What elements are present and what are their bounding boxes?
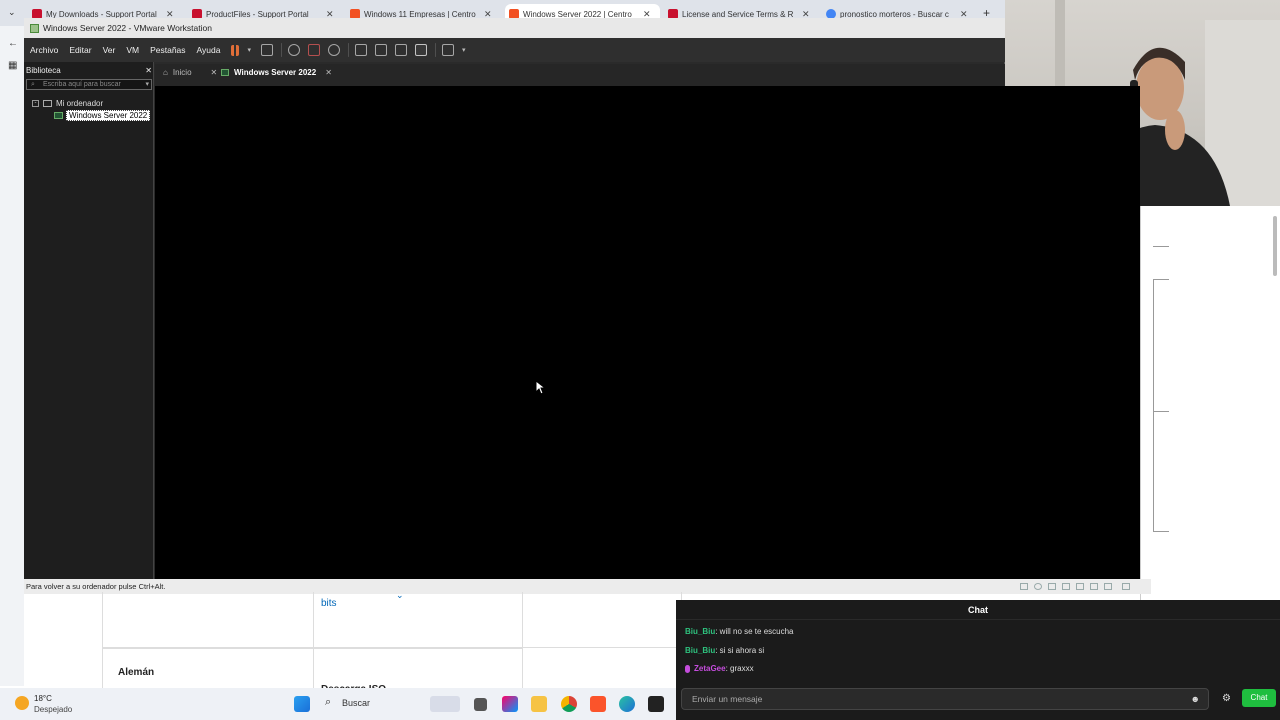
stream-chat-panel: Chat Biu_Biu: will no se te escucha Biu_… (676, 600, 1280, 720)
window-title: Windows Server 2022 - VMware Workstation (43, 23, 212, 33)
toolbar-separator (281, 43, 282, 57)
sound-icon[interactable] (1090, 583, 1098, 590)
copilot-app-icon[interactable] (502, 696, 518, 712)
close-tab-icon[interactable]: ✕ (211, 68, 218, 77)
epic-games-icon[interactable] (648, 696, 664, 712)
collapse-icon[interactable]: - (32, 100, 39, 107)
windows-taskbar: 18°C Despejado ⌕ Buscar (0, 688, 676, 720)
snapshot-manager-icon[interactable] (328, 44, 340, 56)
background-page-panel (1140, 206, 1280, 600)
tree-node-vm[interactable]: Windows Server 2022 (54, 110, 151, 121)
toolbar-separator (435, 43, 436, 57)
toolbar-separator (348, 43, 349, 57)
emoji-icon[interactable]: ☻ (1191, 689, 1200, 709)
apps-grid-icon[interactable]: ▦ (8, 60, 17, 71)
vmware-app-icon (30, 23, 39, 33)
menu-archivo[interactable]: Archivo (30, 45, 58, 55)
home-icon: ⌂ (163, 68, 168, 77)
close-library-icon[interactable]: ✕ (145, 66, 152, 75)
chat-message-input[interactable]: Enviar un mensaje ☻ (681, 688, 1209, 710)
download-table: bits ⌄ Alemán Descarga ISO (102, 590, 682, 695)
dropdown-arrow-icon[interactable]: ▾ (462, 46, 466, 54)
thumbnail-bar-icon[interactable] (375, 44, 387, 56)
windows-start-icon[interactable] (294, 696, 310, 712)
back-arrow-icon[interactable]: ← (8, 38, 18, 49)
weather-icon[interactable] (15, 696, 29, 710)
task-view-icon[interactable] (474, 698, 487, 711)
vm-icon (54, 112, 63, 119)
chevron-down-icon[interactable]: ▾ (145, 80, 149, 89)
chat-message: Biu_Biu: si si ahora si (685, 646, 765, 655)
language-label: Alemán (118, 667, 155, 678)
usb-icon[interactable] (1076, 583, 1084, 590)
vmware-title-bar: Windows Server 2022 - VMware Workstation (24, 18, 1005, 38)
vmware-menu-bar: Archivo Editar Ver VM Pestañas Ayuda ▾ ▾ (24, 38, 1005, 62)
console-view-icon[interactable] (415, 44, 427, 56)
copilot-icon[interactable] (430, 696, 460, 712)
chat-message: ZetaGee: graxxx (685, 664, 754, 673)
browser-side-strip: ← ▦ (0, 26, 24, 686)
search-icon: ⌕ (31, 81, 35, 88)
status-message: Para volver a su ordenador pulse Ctrl+Al… (26, 582, 166, 591)
cd-icon[interactable] (1034, 583, 1042, 590)
chat-send-button[interactable]: Chat (1242, 689, 1276, 707)
menu-ver[interactable]: Ver (103, 45, 116, 55)
snapshot-icon[interactable] (288, 44, 300, 56)
search-icon: ⌕ (325, 696, 332, 708)
taskbar-search-box[interactable]: Buscar (342, 698, 370, 708)
vm-icon (221, 69, 229, 76)
library-search-input[interactable]: ⌕ Escriba aquí para buscar ▾ (26, 79, 152, 90)
weather-desc: Despejado (34, 705, 73, 714)
library-panel: Biblioteca ✕ ⌕ Escriba aquí para buscar … (24, 62, 154, 579)
chrome-icon[interactable] (561, 696, 577, 712)
vm-console-screen[interactable] (155, 86, 1140, 579)
menu-ayuda[interactable]: Ayuda (197, 45, 221, 55)
tab-inicio[interactable]: ⌂ Inicio ✕ (163, 68, 217, 77)
library-header: Biblioteca ✕ (26, 66, 152, 75)
close-tab-icon[interactable]: ✕ (325, 68, 332, 77)
chat-settings-icon[interactable]: ⚙ (1222, 693, 1231, 704)
menu-vm[interactable]: VM (126, 45, 139, 55)
network-icon[interactable] (1062, 583, 1070, 590)
dropdown-arrow-icon[interactable]: ▾ (247, 46, 251, 54)
chat-message: Biu_Biu: will no se te escucha (685, 627, 794, 636)
edge-icon[interactable] (619, 696, 635, 712)
computer-icon (43, 100, 52, 107)
tree-node-mi-ordenador[interactable]: - Mi ordenador (32, 99, 103, 108)
chevron-down-icon[interactable]: ⌄ (396, 590, 404, 601)
send-ctrl-alt-del-icon[interactable] (261, 44, 273, 56)
file-explorer-icon[interactable] (531, 696, 547, 712)
library-toggle-icon[interactable] (355, 44, 367, 56)
menu-pestanas[interactable]: Pestañas (150, 45, 185, 55)
scrollbar[interactable] (1273, 216, 1277, 276)
floppy-icon[interactable] (1048, 583, 1056, 590)
weather-temp: 18°C (34, 694, 52, 703)
tab-list-chevron-icon[interactable]: ⌄ (8, 7, 16, 18)
printer-icon[interactable] (1104, 583, 1112, 590)
pause-icon[interactable] (231, 44, 240, 56)
mic-badge-icon (685, 664, 690, 673)
menu-editar[interactable]: Editar (69, 45, 91, 55)
stretch-guest-icon[interactable] (442, 44, 454, 56)
bits-label: bits (321, 598, 337, 609)
hdd-icon[interactable] (1020, 583, 1028, 590)
display-icon[interactable] (1122, 583, 1130, 590)
mouse-cursor-icon (535, 380, 545, 395)
brave-icon[interactable] (590, 696, 606, 712)
tab-windows-server-2022[interactable]: Windows Server 2022 ✕ (221, 68, 332, 77)
chat-header: Chat (676, 600, 1280, 620)
revert-snapshot-icon[interactable] (308, 44, 320, 56)
vmware-tab-bar: ⌂ Inicio ✕ Windows Server 2022 ✕ (155, 64, 1005, 86)
full-screen-icon[interactable] (395, 44, 407, 56)
library-title: Biblioteca (26, 66, 61, 75)
